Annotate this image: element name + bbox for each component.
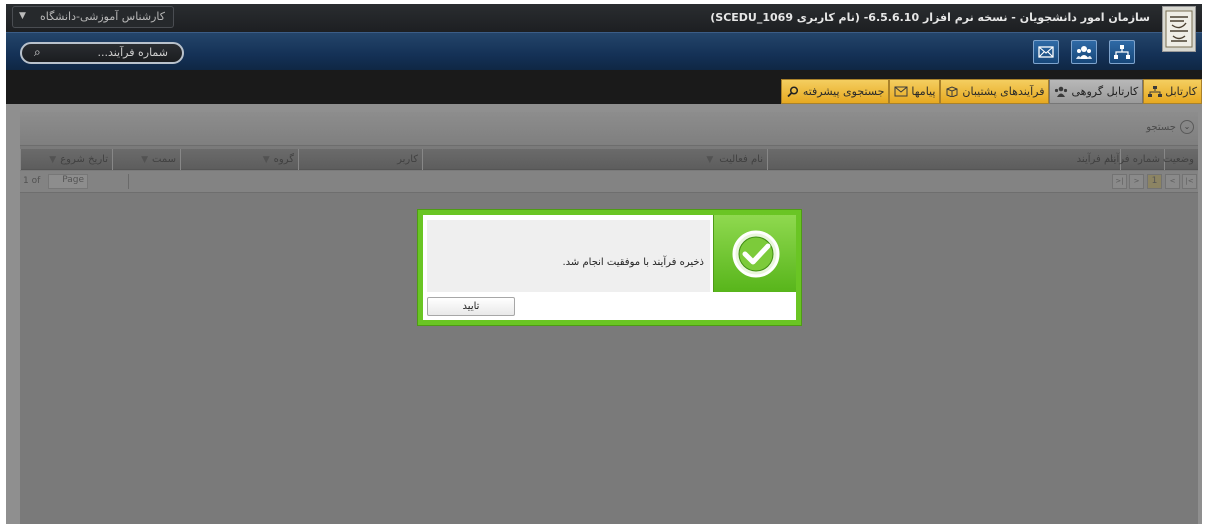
checkmark-icon [732, 230, 780, 278]
filter-icon[interactable]: ▼ [49, 155, 56, 165]
success-dialog: ذخیره فرآیند با موفقیت انجام شد. تایید [417, 209, 802, 326]
tab-label: پیامها [911, 85, 936, 98]
column-user[interactable]: کاربر [298, 149, 422, 170]
search-icon[interactable]: ⌕ [34, 45, 41, 60]
tab-group-cartable[interactable]: کارتابل گروهی [1049, 79, 1144, 104]
tab-label: فرآیندهای پشتیبان [962, 85, 1045, 98]
tab-label: جستجوی پیشرفته [802, 85, 885, 98]
dialog-message: ذخیره فرآیند با موفقیت انجام شد. [562, 257, 704, 268]
prev-page-button[interactable]: < [1165, 174, 1180, 189]
column-activity-name[interactable]: نام فعالیت▼ [422, 149, 767, 170]
filter-icon[interactable]: ▼ [141, 155, 148, 165]
title-bar: ▼ کارشناس آموزشی-دانشگاه سازمان امور دان… [6, 4, 1202, 32]
tab-support-processes[interactable]: فرآیندهای پشتیبان [940, 79, 1050, 104]
group-users-button[interactable] [1071, 40, 1097, 64]
grid-pager: 1 of Page |< < 1 > >| [20, 171, 1198, 193]
filter-icon[interactable]: ▼ [706, 155, 713, 165]
pager-page-label: Page [62, 175, 84, 185]
column-process-name[interactable]: نام فرآیند [767, 149, 1120, 170]
tree-icon [1148, 86, 1163, 97]
search-section-label: جستجو [1146, 122, 1176, 133]
ok-button[interactable]: تایید [427, 297, 515, 316]
grid-header: وضعیت شماره فرآیند نام فرآیند نام فعالیت… [20, 149, 1198, 170]
page-number-input[interactable]: Page [48, 174, 88, 189]
tab-messages[interactable]: پیامها [889, 79, 941, 104]
search-section-header[interactable]: ⌄ جستجو [20, 112, 1198, 146]
current-page-indicator[interactable]: 1 [1147, 174, 1162, 189]
box-icon [945, 86, 959, 98]
column-process-number[interactable]: شماره فرآیند [1105, 149, 1164, 170]
column-start-date[interactable]: تاریخ شروع▼ [20, 149, 112, 170]
dialog-icon-box [713, 215, 796, 292]
pager-total: 1 of [23, 176, 41, 186]
mail-icon [894, 86, 908, 97]
tab-label: کارتابل گروهی [1071, 85, 1139, 98]
group-icon [1054, 86, 1068, 97]
column-position[interactable]: سمت▼ [112, 149, 180, 170]
app-title: سازمان امور دانشجویان - نسخه نرم افزار 6… [710, 11, 1150, 24]
search-input[interactable]: شماره فرآیند... [97, 46, 168, 59]
role-select-value: کارشناس آموزشی-دانشگاه [39, 10, 165, 23]
pager-separator [128, 174, 129, 189]
tab-label: کارتابل [1165, 85, 1197, 98]
org-chart-icon [1114, 45, 1130, 59]
messages-button[interactable] [1033, 40, 1059, 64]
search-icon [786, 86, 800, 98]
column-group[interactable]: گروه▼ [180, 149, 298, 170]
first-page-button[interactable]: |< [1182, 174, 1197, 189]
next-page-button[interactable]: > [1129, 174, 1144, 189]
dialog-body: ذخیره فرآیند با موفقیت انجام شد. تایید [423, 215, 796, 320]
users-icon [1076, 46, 1092, 59]
process-number-search[interactable]: ⌕ شماره فرآیند... [20, 42, 184, 64]
org-chart-button[interactable] [1109, 40, 1135, 64]
tab-advanced-search[interactable]: جستجوی پیشرفته [780, 79, 890, 104]
tab-cartable[interactable]: کارتابل [1143, 79, 1202, 104]
last-page-button[interactable]: >| [1112, 174, 1127, 189]
filter-icon[interactable]: ▼ [263, 155, 270, 165]
organization-logo [1162, 6, 1196, 52]
role-select[interactable]: ▼ کارشناس آموزشی-دانشگاه [12, 6, 174, 28]
dialog-message-area: ذخیره فرآیند با موفقیت انجام شد. [427, 220, 710, 292]
toolbar: ⌕ شماره فرآیند... [6, 32, 1202, 70]
collapse-icon[interactable]: ⌄ [1180, 120, 1194, 134]
column-status[interactable]: وضعیت [1163, 149, 1198, 170]
chevron-down-icon: ▼ [19, 11, 26, 21]
tab-strip: کارتابل کارتابل گروهی فرآیندهای پشتیبان … [6, 70, 1202, 104]
main-tabs: کارتابل کارتابل گروهی فرآیندهای پشتیبان … [780, 79, 1202, 104]
mail-icon [1038, 46, 1054, 58]
